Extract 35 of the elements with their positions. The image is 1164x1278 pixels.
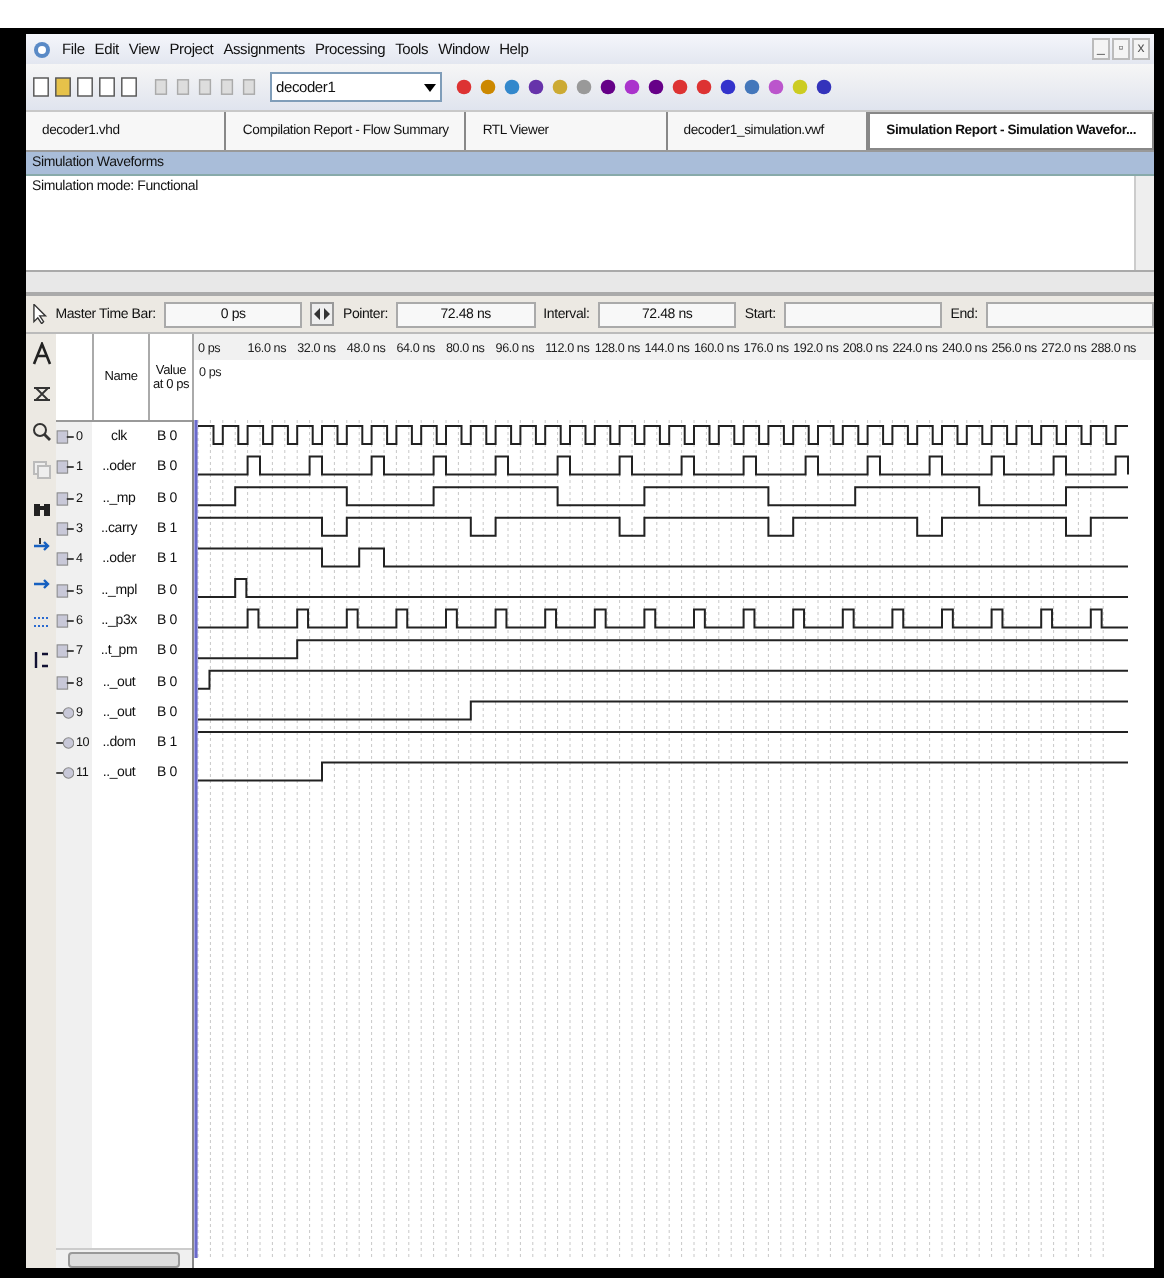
input-pin-icon (56, 613, 74, 628)
arrow-right-icon[interactable] (31, 574, 51, 594)
new-icon[interactable] (32, 76, 50, 98)
time-bar-arrows-icon[interactable] (310, 302, 335, 326)
output-pin-icon (56, 705, 74, 720)
input-pin-icon (56, 583, 74, 598)
input-pin-icon (56, 430, 74, 445)
tool-icon[interactable] (694, 76, 714, 98)
input-pin-icon (56, 491, 74, 506)
tool-icon[interactable] (814, 76, 834, 98)
vertical-scrollbar[interactable] (1134, 176, 1154, 270)
end-field[interactable] (985, 301, 1154, 327)
app-logo-icon (32, 39, 52, 59)
tool-icon[interactable] (718, 76, 738, 98)
caret-icon (424, 83, 436, 91)
start-field[interactable] (783, 301, 943, 327)
text-tool-icon[interactable] (31, 342, 51, 366)
tool-icon[interactable] (670, 76, 690, 98)
input-pin-icon (56, 675, 74, 690)
input-pin-icon (56, 460, 74, 475)
input-pin-icon (56, 522, 74, 537)
input-pin-icon (56, 552, 74, 567)
input-pin-icon (56, 644, 74, 659)
tool-icon[interactable] (622, 76, 642, 98)
tool-icon[interactable] (526, 76, 546, 98)
arrow-right-icon[interactable] (31, 536, 51, 556)
tool-icon[interactable] (454, 76, 474, 98)
tool-icon[interactable] (598, 76, 618, 98)
tool-icon[interactable] (742, 76, 762, 98)
tool-icon[interactable] (646, 76, 666, 98)
output-pin-icon (56, 736, 74, 751)
horizontal-scrollbar[interactable] (56, 1248, 192, 1268)
pointer-icon[interactable] (32, 304, 48, 324)
zoom-icon[interactable] (31, 422, 51, 442)
output-pin-icon (56, 766, 74, 781)
